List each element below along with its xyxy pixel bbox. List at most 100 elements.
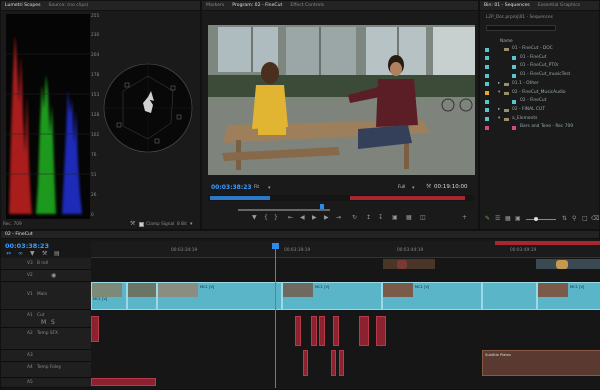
tab-effect-controls[interactable]: Effect Controls: [286, 1, 328, 10]
disclosure-arrow-icon[interactable]: ▾: [498, 115, 500, 124]
bin-item-clip[interactable]: Bars and Tone - Rec 709: [482, 123, 600, 132]
bin-item-sequence[interactable]: 01 - FineCut_PT0r: [482, 62, 600, 71]
video-clip[interactable]: MC1 [V]: [282, 282, 382, 310]
icon-view-icon[interactable]: ▦: [505, 216, 511, 222]
tab-source[interactable]: Source: (no clips): [45, 1, 93, 10]
track-area[interactable]: MC1 [V] MC1 [V] MC1 [V] MC1 [V] MC1 [V]: [91, 243, 600, 388]
fit-select[interactable]: Fit: [254, 185, 259, 190]
comparison-view-icon[interactable]: ▦: [406, 215, 412, 221]
bit-depth-select[interactable]: 8 Bit: [177, 222, 187, 227]
tab-bin[interactable]: Bin: 01 - Sequences: [480, 1, 534, 10]
tab-markers[interactable]: Markers: [202, 1, 228, 10]
disclosure-arrow-icon[interactable]: ▸: [498, 80, 500, 89]
list-view-icon[interactable]: ☰: [495, 216, 500, 222]
clamp-signal-checkbox[interactable]: [139, 222, 144, 227]
bin-item-sequence[interactable]: 01 - FineCut: [482, 54, 600, 63]
solo-icon[interactable]: S: [51, 320, 55, 326]
bin-item-sequence[interactable]: 02 - FineCut: [482, 97, 600, 106]
tab-sequence[interactable]: 02 - FineCut: [1, 231, 37, 238]
bin-item-folder[interactable]: ▸ 01.1 - Other: [482, 80, 600, 89]
video-clip[interactable]: [482, 282, 537, 310]
wrench-icon[interactable]: ⚒: [130, 221, 135, 227]
track-header-v3[interactable]: V3 B roll: [1, 258, 91, 270]
video-clip[interactable]: [383, 259, 435, 269]
disclosure-arrow-icon[interactable]: ▾: [498, 89, 500, 98]
chevron-down-icon[interactable]: ▾: [412, 185, 415, 191]
audio-clip[interactable]: [331, 350, 336, 376]
bin-item-sequence[interactable]: 01 - FineCut_musicTest: [482, 71, 600, 80]
program-mini-ruler[interactable]: [208, 195, 475, 201]
playhead-handle-icon[interactable]: [272, 243, 279, 249]
disclosure-arrow-icon[interactable]: ▸: [498, 106, 500, 115]
trash-icon[interactable]: ⌫: [591, 216, 599, 222]
zoom-bar[interactable]: [238, 209, 330, 211]
extract-icon[interactable]: ↧: [378, 215, 383, 221]
loop-icon[interactable]: ↻: [352, 215, 357, 221]
go-to-in-icon[interactable]: ⇤: [288, 215, 293, 221]
freeform-view-icon[interactable]: ▣: [515, 216, 521, 222]
add-button-icon[interactable]: +: [462, 215, 467, 221]
tab-essential-graphics[interactable]: Essential Graphics: [534, 1, 584, 10]
export-frame-icon[interactable]: ▣: [392, 215, 398, 221]
zoom-slider[interactable]: [526, 217, 556, 221]
video-clip[interactable]: MC1 [V]: [157, 282, 282, 310]
video-clip[interactable]: MC1 [V]: [91, 282, 127, 310]
track-header-a1[interactable]: A1 Cut M S: [1, 310, 91, 328]
audio-clip[interactable]: [359, 316, 369, 346]
lift-icon[interactable]: ↥: [366, 215, 371, 221]
audio-clip[interactable]: [333, 316, 339, 346]
sort-icon[interactable]: ⇅: [562, 216, 567, 222]
timeline-timecode[interactable]: 00:03:38:23: [5, 242, 49, 250]
zoom-slider-handle[interactable]: [534, 217, 538, 221]
bin-search-input[interactable]: [486, 25, 556, 31]
tab-program[interactable]: Program: 02 - FineCut: [228, 1, 286, 10]
audio-clip[interactable]: [319, 316, 325, 346]
track-header-v2[interactable]: V2 ◉: [1, 270, 91, 282]
linked-selection-icon[interactable]: ∞: [18, 251, 23, 257]
timeline-ruler[interactable]: 00:03:34:19 00:03:39:19 00:03:44:19 00:0…: [91, 241, 600, 258]
step-back-icon[interactable]: ◀: [300, 215, 305, 221]
video-clip[interactable]: MC1 [V]: [382, 282, 482, 310]
proxy-icon[interactable]: ◫: [420, 215, 426, 221]
mark-in-icon[interactable]: {: [264, 215, 268, 221]
timeline-playhead[interactable]: [272, 243, 279, 388]
track-header-a5[interactable]: A5: [1, 378, 91, 388]
mute-icon[interactable]: M: [41, 320, 46, 326]
track-header-a3[interactable]: A3: [1, 350, 91, 362]
audio-clip[interactable]: [303, 350, 308, 376]
audio-clip[interactable]: [376, 316, 386, 346]
bin-item-folder[interactable]: ▾ 02 - FineCut_MusicAudio: [482, 89, 600, 98]
program-scrubber[interactable]: [208, 204, 475, 211]
chevron-down-icon[interactable]: ▾: [268, 185, 271, 191]
audio-clip[interactable]: [339, 350, 344, 376]
play-icon[interactable]: ▶: [312, 215, 317, 221]
track-header-v1[interactable]: V1 Main: [1, 282, 91, 310]
captions-icon[interactable]: ▤: [54, 251, 60, 257]
eye-icon[interactable]: ◉: [51, 273, 56, 279]
go-to-out-icon[interactable]: ⇥: [336, 215, 341, 221]
wrench-icon[interactable]: ⚒: [42, 251, 47, 257]
wrench-icon[interactable]: ⚒: [426, 184, 431, 190]
audio-clip[interactable]: [91, 378, 156, 386]
marker-icon[interactable]: ▼: [252, 215, 257, 221]
search-icon[interactable]: ⚲: [572, 216, 576, 222]
bin-item-folder[interactable]: ▸ 02 - FINAL CUT: [482, 106, 600, 115]
pencil-icon[interactable]: ✎: [485, 216, 490, 222]
video-clip[interactable]: [536, 259, 600, 269]
add-marker-icon[interactable]: ▼: [30, 251, 35, 257]
snap-icon[interactable]: ↭: [6, 251, 11, 257]
new-item-icon[interactable]: □: [582, 216, 588, 222]
chevron-down-icon[interactable]: ▾: [190, 221, 193, 227]
track-header-a2[interactable]: A2 Temp SFX: [1, 328, 91, 350]
bin-item-folder[interactable]: ▾ a_Elements: [482, 115, 600, 124]
video-clip[interactable]: MC1 [V]: [537, 282, 600, 310]
audio-clip[interactable]: [295, 316, 301, 346]
bin-item-folder[interactable]: 01 - FineCut - DOC: [482, 45, 600, 54]
program-timecode[interactable]: 00:03:38:23: [211, 184, 252, 191]
tab-lumetri-scopes[interactable]: Lumetri Scopes: [1, 1, 45, 10]
step-forward-icon[interactable]: ▶: [324, 215, 329, 221]
track-header-a4[interactable]: A4 Temp Foley: [1, 362, 91, 378]
video-clip[interactable]: [127, 282, 157, 310]
column-header-name[interactable]: Name: [500, 39, 513, 44]
quality-select[interactable]: Full: [398, 185, 405, 190]
